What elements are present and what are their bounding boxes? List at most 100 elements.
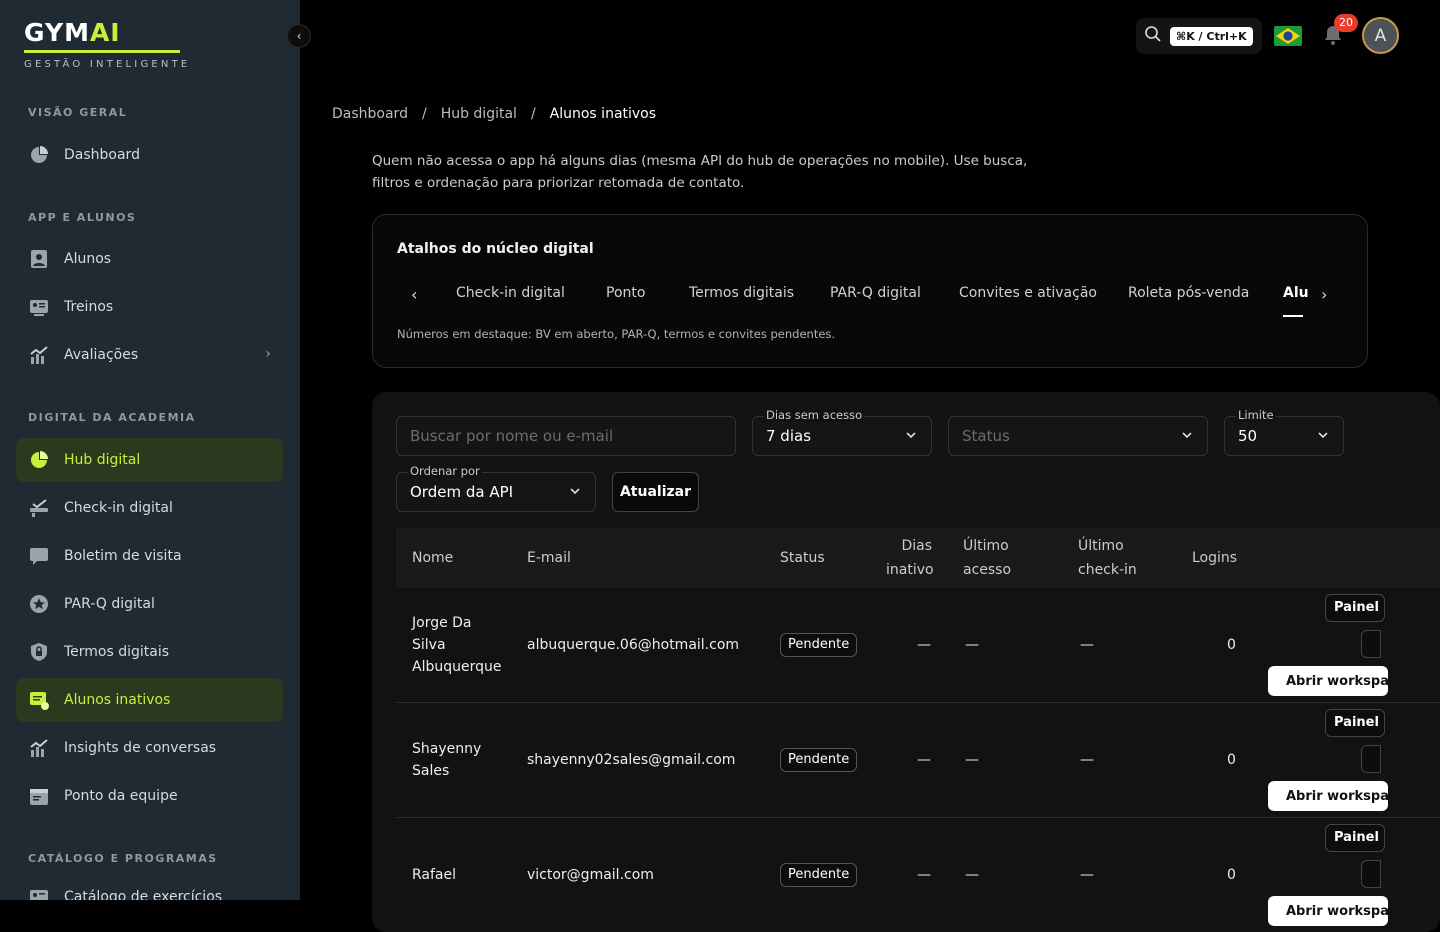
avatar[interactable]: A [1362,17,1399,54]
row-logins: 0 [1227,637,1236,653]
id-card-icon [28,296,50,318]
row-action-button[interactable] [1361,745,1381,773]
logo-underline [24,50,180,53]
row-name-line: Silva [412,637,446,653]
chevron-left-icon[interactable]: ‹ [411,285,417,304]
sidebar-item-label: Catálogo de exercícios [64,889,223,900]
sidebar-item-label: Insights de conversas [64,740,217,756]
sidebar-item-boletim[interactable]: Boletim de visita [16,534,283,578]
pie-chart-icon [28,144,50,166]
open-workspace-button[interactable]: Abrir workspace [1268,896,1388,926]
col-logins[interactable]: Logins [1192,546,1237,570]
row-last-checkin: — [1080,867,1094,883]
section-label-app: APP E ALUNOS [28,211,137,224]
table-row: Rafael victor@gmail.com Pendente — — — 0… [396,818,1440,932]
sidebar-item-label: PAR-Q digital [64,596,155,612]
col-last-access-line1: Último [963,538,1009,554]
shortcut-tabs: ‹ Check-in digital Ponto Termos digitais… [397,277,1347,317]
row-logins: 0 [1227,867,1236,883]
row-days-inactive: — [917,867,931,883]
sidebar-item-label: Boletim de visita [64,548,182,564]
status-select[interactable]: Status [948,416,1208,456]
table-row: Shayenny Sales shayenny02sales@gmail.com… [396,703,1440,818]
painel-button[interactable]: Painel [1325,709,1385,737]
tab-convites[interactable]: Convites e ativação [959,285,1097,301]
search-input[interactable]: Buscar por nome ou e-mail [396,416,736,456]
tab-ponto[interactable]: Ponto [606,285,645,301]
sidebar-item-alunos[interactable]: Alunos [16,237,283,281]
calendar-icon [28,785,50,807]
limit-select[interactable]: 50 [1224,416,1344,456]
sidebar-item-label: Dashboard [64,147,140,163]
painel-button[interactable]: Painel [1325,594,1385,622]
chevron-right-icon[interactable]: › [1317,285,1332,304]
sidebar-item-insights[interactable]: Insights de conversas [16,726,283,770]
days-select[interactable]: 7 dias [752,416,932,456]
col-status[interactable]: Status [780,546,825,570]
chart-up-icon [28,344,50,366]
table-row: Jorge Da Silva Albuquerque albuquerque.0… [396,588,1440,703]
page-description: Quem não acessa o app há alguns dias (me… [372,153,1028,191]
sidebar-item-termos[interactable]: Termos digitais [16,630,283,674]
shortcuts-card: Atalhos do núcleo digital ‹ Check-in dig… [372,214,1368,368]
sidebar-item-hub-digital[interactable]: Hub digital [16,438,283,482]
row-name-line: Albuquerque [412,659,502,675]
open-workspace-button[interactable]: Abrir workspace [1268,781,1388,811]
col-last-access-line2: acesso [963,562,1012,578]
brazil-flag-icon[interactable] [1274,26,1302,46]
row-name-line: Jorge Da [412,615,472,631]
shortcut-hint: ⌘K / Ctrl+K [1170,26,1253,46]
tab-alunos-inativos[interactable]: Alu [1283,285,1309,301]
status-badge: Pendente [780,863,858,887]
sidebar-item-label: Termos digitais [64,644,170,660]
order-select[interactable]: Ordem da API [396,472,596,512]
sidebar-item-catalogo[interactable]: Catálogo de exercícios [16,875,283,900]
sidebar-item-dashboard[interactable]: Dashboard [16,133,283,177]
shortcuts-note: Números em destaque: BV em aberto, PAR-Q… [397,327,836,341]
row-action-button[interactable] [1361,630,1381,658]
logo[interactable]: GYMAI GESTÃO INTELIGENTE [24,18,190,70]
sidebar-item-ponto[interactable]: Ponto da equipe [16,774,283,818]
tab-checkin[interactable]: Check-in digital [456,285,565,301]
col-name[interactable]: Nome [412,546,453,570]
row-last-checkin: — [1080,637,1094,653]
col-last-checkin-line2: check-in [1078,562,1137,578]
col-last-checkin[interactable]: Último check-in [1078,534,1137,582]
chevron-down-icon [570,488,580,495]
sidebar-item-parq[interactable]: PAR-Q digital [16,582,283,626]
painel-button[interactable]: Painel [1325,824,1385,852]
col-days-inactive[interactable]: Dias inativo [886,534,934,582]
star-badge-icon [28,593,50,615]
tab-termos[interactable]: Termos digitais [689,285,794,301]
sidebar-item-label: Check-in digital [64,500,173,516]
row-last-access: — [965,867,979,883]
sidebar-item-label: Hub digital [64,452,141,468]
collapse-sidebar-button[interactable]: ‹ [287,24,311,48]
breadcrumb-hub-digital[interactable]: Hub digital [441,106,517,122]
tab-roleta[interactable]: Roleta pós-venda [1128,285,1249,301]
sidebar-item-treinos[interactable]: Treinos [16,285,283,329]
search-button[interactable]: ⌘K / Ctrl+K [1136,18,1262,54]
sidebar-item-avaliacoes[interactable]: Avaliações › [16,333,283,377]
sidebar: GYMAI GESTÃO INTELIGENTE VISÃO GERAL Das… [0,0,300,900]
refresh-button[interactable]: Atualizar [612,472,699,512]
col-email[interactable]: E-mail [527,546,571,570]
sidebar-item-alunos-inativos[interactable]: Alunos inativos [16,678,283,722]
tab-parq[interactable]: PAR-Q digital [830,285,921,301]
inactive-students-panel: Buscar por nome ou e-mail 7 dias Dias se… [372,392,1440,932]
row-name: Shayenny Sales [412,738,481,782]
breadcrumb-dashboard[interactable]: Dashboard [332,106,408,122]
section-label-catalogo: CATÁLOGO E PROGRAMAS [28,852,218,865]
col-days-line2: inativo [886,562,934,578]
open-workspace-button[interactable]: Abrir workspace [1268,666,1388,696]
row-action-button[interactable] [1361,860,1381,888]
row-days-inactive: — [917,637,931,653]
col-last-access[interactable]: Último acesso [963,534,1011,582]
row-name: Jorge Da Silva Albuquerque [412,612,501,678]
sidebar-item-checkin[interactable]: Check-in digital [16,486,283,530]
message-alert-icon [28,689,50,711]
sidebar-item-label: Alunos [64,251,112,267]
open-workspace-label: Abrir workspace [1286,788,1388,804]
row-last-access: — [965,637,979,653]
logo-main: GYM [24,18,90,47]
